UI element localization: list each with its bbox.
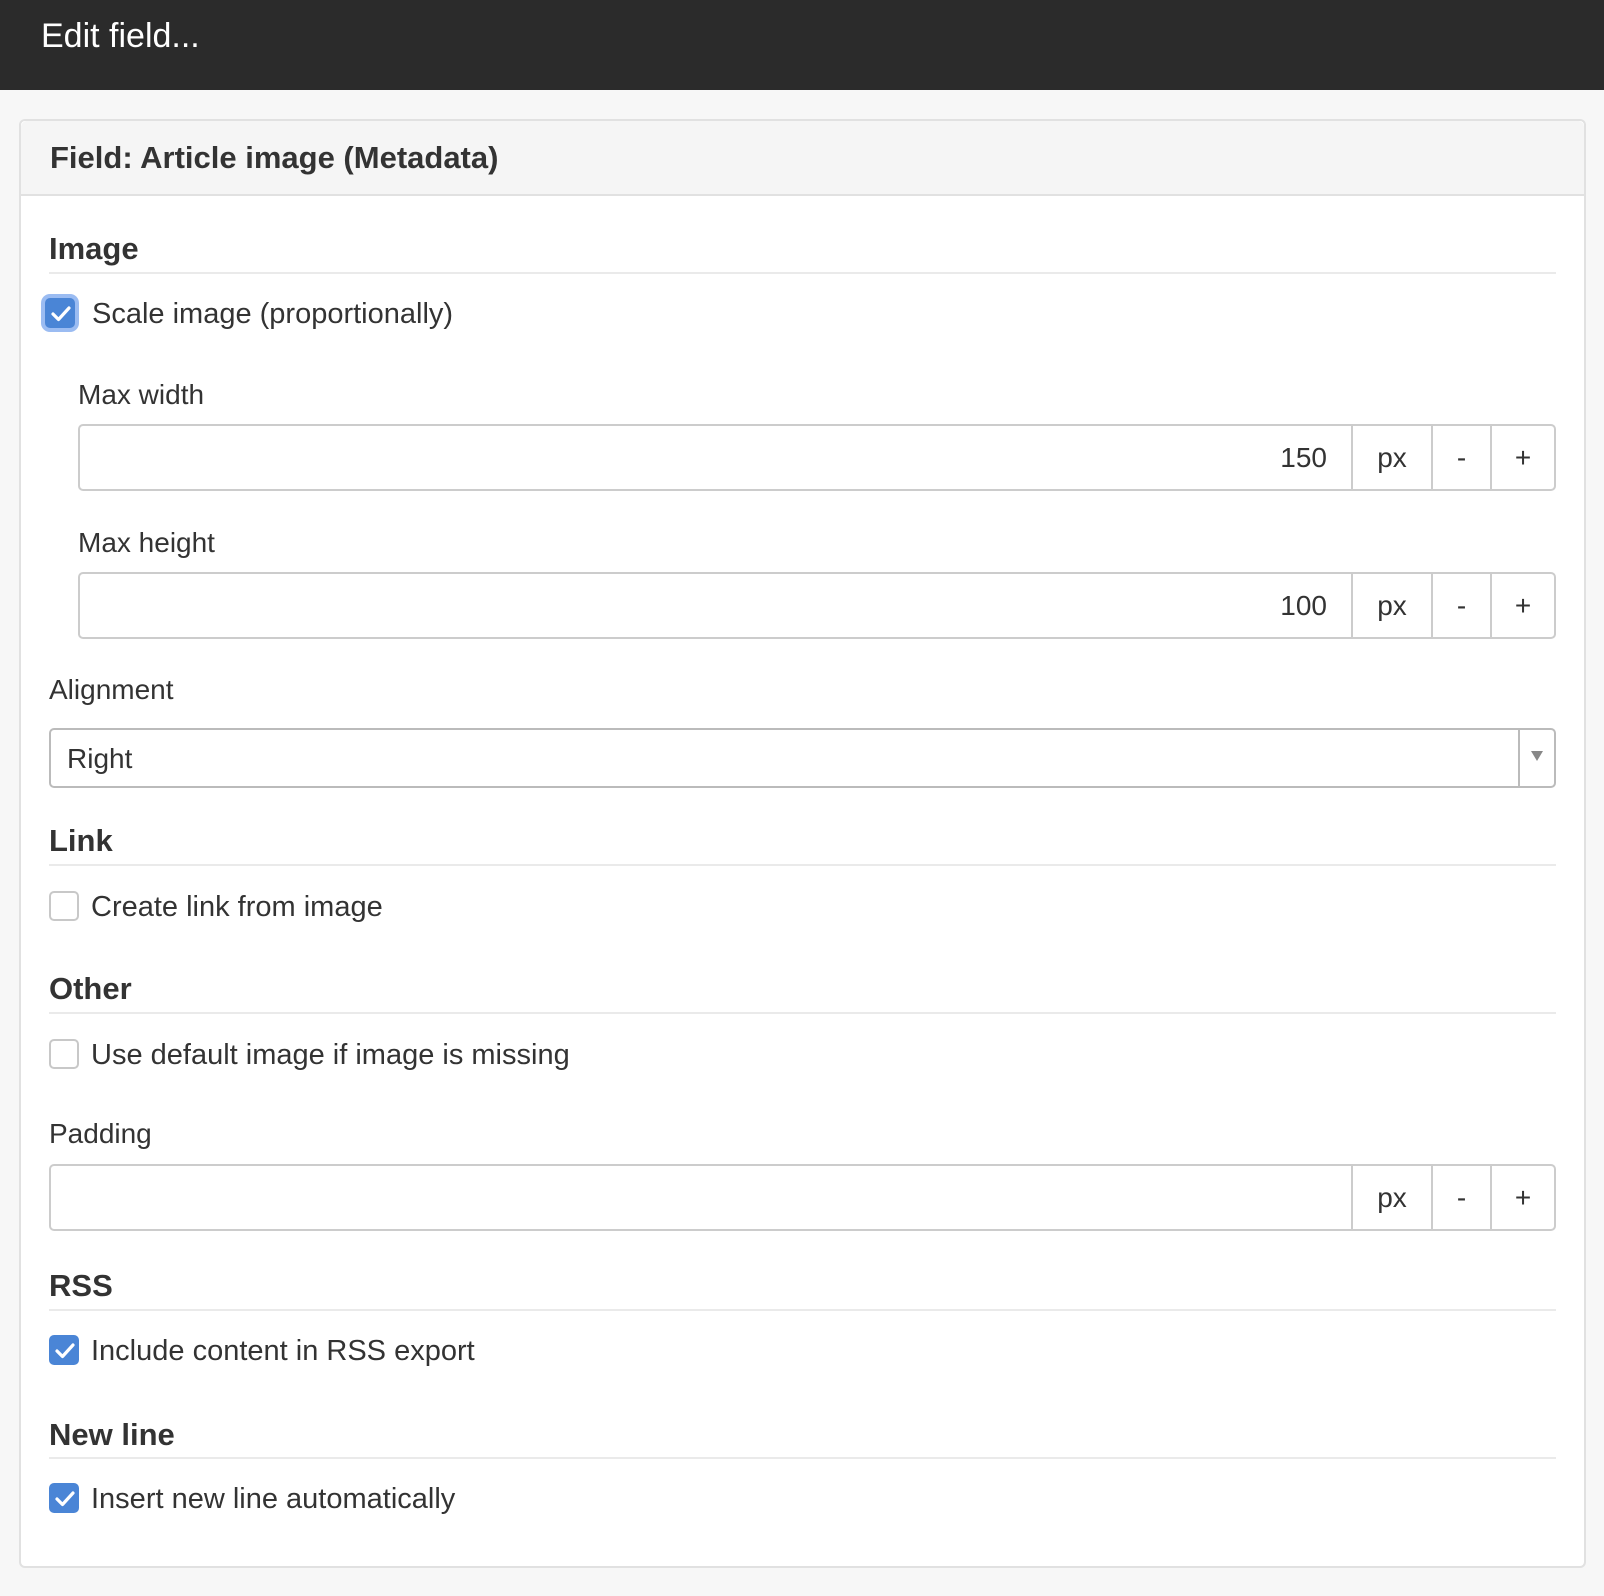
section-divider (49, 1309, 1556, 1311)
padding-label: Padding (49, 1118, 152, 1149)
max-height-label: Max height (78, 527, 215, 558)
max-width-input-group: px - + (78, 424, 1556, 491)
max-width-input[interactable] (80, 426, 1351, 489)
check-icon (51, 306, 71, 322)
section-divider (49, 864, 1556, 866)
padding-input-group: px - + (49, 1164, 1556, 1231)
max-height-input[interactable] (80, 574, 1351, 637)
create-link-label: Create link from image (91, 891, 383, 923)
insert-newline-label: Insert new line automatically (91, 1483, 456, 1515)
max-width-label: Max width (78, 379, 205, 410)
alignment-selected-value: Right (67, 743, 133, 774)
section-divider (49, 1012, 1556, 1014)
section-title-other: Other (49, 971, 132, 1006)
section-divider (49, 272, 1556, 274)
max-width-decrement-button[interactable]: - (1431, 426, 1490, 489)
default-image-label: Use default image if image is missing (91, 1039, 570, 1071)
include-rss-label: Include content in RSS export (91, 1335, 475, 1367)
max-width-unit: px (1351, 426, 1431, 489)
panel-title: Field: Article image (Metadata) (50, 140, 499, 175)
default-image-checkbox[interactable] (49, 1039, 79, 1069)
alignment-dropdown-toggle[interactable] (1518, 730, 1554, 786)
section-title-new-line: New line (49, 1417, 175, 1452)
padding-unit: px (1351, 1166, 1431, 1229)
max-height-decrement-button[interactable]: - (1431, 574, 1490, 637)
create-link-checkbox[interactable] (49, 891, 79, 921)
max-height-input-group: px - + (78, 572, 1556, 639)
title-bar: Edit field... (0, 0, 1604, 90)
chevron-down-icon (1531, 751, 1543, 761)
alignment-select[interactable]: Right (49, 728, 1556, 788)
insert-newline-checkbox[interactable] (49, 1483, 79, 1513)
check-icon (55, 1343, 75, 1359)
section-title-link: Link (49, 823, 113, 858)
max-height-increment-button[interactable]: + (1490, 574, 1554, 637)
max-height-unit: px (1351, 574, 1431, 637)
padding-decrement-button[interactable]: - (1431, 1166, 1490, 1229)
scale-image-label: Scale image (proportionally) (92, 298, 454, 330)
include-rss-checkbox[interactable] (49, 1335, 79, 1365)
window-title: Edit field... (41, 17, 200, 55)
alignment-label: Alignment (49, 674, 174, 705)
check-icon (55, 1491, 75, 1507)
section-divider (49, 1457, 1556, 1459)
section-title-image: Image (49, 231, 139, 266)
panel-header: Field: Article image (Metadata) (21, 121, 1584, 196)
section-title-rss: RSS (49, 1268, 113, 1303)
padding-input[interactable] (51, 1166, 1351, 1229)
scale-image-checkbox[interactable] (45, 298, 75, 328)
padding-increment-button[interactable]: + (1490, 1166, 1554, 1229)
max-width-increment-button[interactable]: + (1490, 426, 1554, 489)
